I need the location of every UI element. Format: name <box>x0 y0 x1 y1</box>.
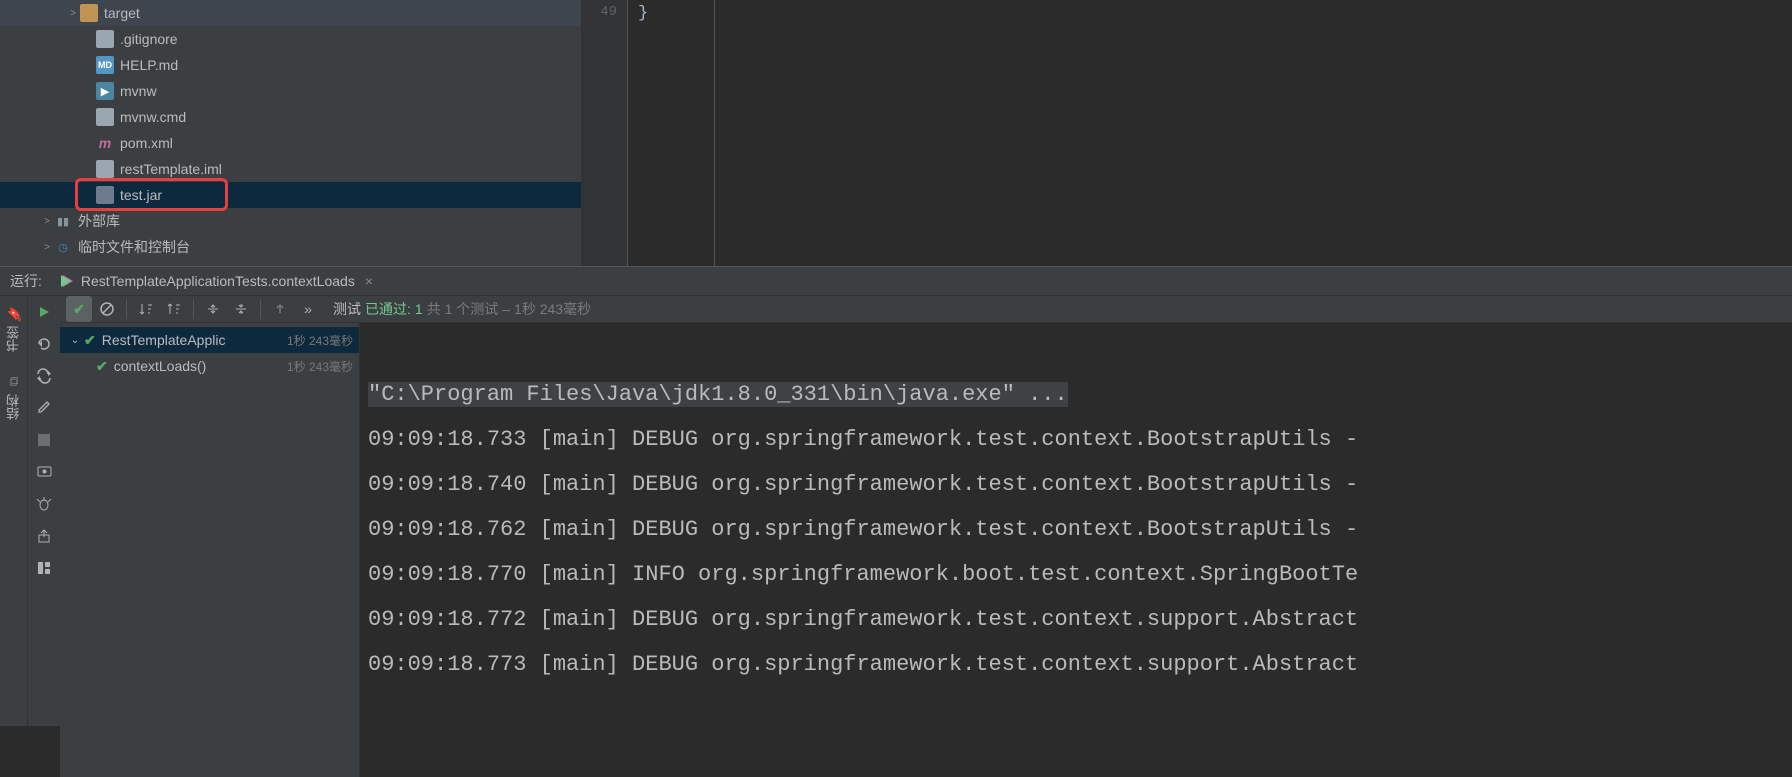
tree-item[interactable]: > target <box>0 0 581 26</box>
separator <box>126 299 127 319</box>
file-icon <box>96 186 114 204</box>
tree-item-label: mvnw <box>120 83 157 99</box>
run-label: 运行: <box>10 271 42 291</box>
line-number: 49 <box>581 4 617 20</box>
tree-item-label: mvnw.cmd <box>120 109 186 125</box>
console-line: 09:09:18.762 [main] DEBUG org.springfram… <box>368 507 1792 552</box>
collapse-all-button[interactable] <box>228 296 254 322</box>
chevron-down-icon[interactable]: ⌄ <box>70 335 80 346</box>
file-icon <box>96 108 114 126</box>
console-line: 09:09:18.733 [main] DEBUG org.springfram… <box>368 417 1792 462</box>
test-root-node[interactable]: ⌄ ✔ RestTemplateApplic 1秒 243毫秒 <box>60 327 359 353</box>
sort-button[interactable] <box>133 296 159 322</box>
show-passed-button[interactable]: ✔ <box>66 296 92 322</box>
test-node-label: contextLoads() <box>114 358 207 374</box>
test-status-text: 测试 已通过: 1共 1 个测试 – 1秒 243毫秒 <box>333 299 591 319</box>
console-line: 09:09:18.740 [main] DEBUG org.springfram… <box>368 462 1792 507</box>
tree-item-label: test.jar <box>120 187 162 203</box>
chevron-right-icon[interactable]: > <box>68 8 78 19</box>
file-icon: ▮▮ <box>54 212 72 230</box>
tree-item[interactable]: test.jar <box>0 182 581 208</box>
chevron-right-icon[interactable]: > <box>42 216 52 227</box>
rerun-button[interactable] <box>32 300 56 324</box>
run-tab[interactable]: RestTemplateApplicationTests.contextLoad… <box>52 267 381 295</box>
check-icon: ✔ <box>84 332 96 349</box>
file-icon: ▶ <box>96 82 114 100</box>
file-icon <box>96 30 114 48</box>
run-toolbar-vertical <box>28 296 60 726</box>
code-text: } <box>638 4 648 23</box>
console-lines: 09:09:18.733 [main] DEBUG org.springfram… <box>368 417 1792 687</box>
editor-margin-line <box>714 0 715 266</box>
project-tree[interactable]: > target .gitignore MD HELP.md ▶ mvnw mvnw.cmd m… <box>0 0 581 266</box>
tree-item[interactable]: >◷ 临时文件和控制台 <box>0 234 581 260</box>
structure-icon: ⧉ <box>5 372 23 390</box>
export-button[interactable] <box>32 524 56 548</box>
tree-item[interactable]: .gitignore <box>0 26 581 52</box>
console-line: 09:09:18.770 [main] INFO org.springframe… <box>368 552 1792 597</box>
file-icon: ◷ <box>54 238 72 256</box>
rerun-failed-button[interactable] <box>32 332 56 356</box>
file-icon: m <box>96 134 114 152</box>
tree-item-label: .gitignore <box>120 31 178 47</box>
check-icon: ✔ <box>96 358 108 375</box>
more-button[interactable]: » <box>295 296 321 322</box>
test-node-label: RestTemplateApplic <box>102 332 226 348</box>
file-icon <box>80 4 98 22</box>
run-tab-title: RestTemplateApplicationTests.contextLoad… <box>81 273 355 289</box>
bookmarks-tool[interactable]: 书签 🔖 <box>2 300 25 358</box>
stop-button[interactable] <box>32 428 56 452</box>
settings-icon[interactable] <box>32 396 56 420</box>
run-tool-header: 运行: RestTemplateApplicationTests.context… <box>0 266 1792 296</box>
show-ignored-button[interactable] <box>94 296 120 322</box>
close-icon[interactable]: × <box>365 273 373 289</box>
separator <box>193 299 194 319</box>
console-line: 09:09:18.773 [main] DEBUG org.springfram… <box>368 642 1792 687</box>
tree-item[interactable]: ▶ mvnw <box>0 78 581 104</box>
editor-gutter: 49 <box>581 0 627 266</box>
separator <box>260 299 261 319</box>
debug-icon[interactable] <box>32 492 56 516</box>
chevron-right-icon[interactable]: > <box>42 242 52 253</box>
test-child-node[interactable]: ✔ contextLoads() 1秒 243毫秒 <box>60 353 359 379</box>
tree-item-label: restTemplate.iml <box>120 161 222 177</box>
test-node-time: 1秒 243毫秒 <box>287 332 353 349</box>
prev-failed-button[interactable] <box>267 296 293 322</box>
tree-item-label: 外部库 <box>78 211 120 231</box>
editor-area[interactable]: } <box>627 0 1792 266</box>
tree-item-label: pom.xml <box>120 135 173 151</box>
console-output[interactable]: "C:\Program Files\Java\jdk1.8.0_331\bin\… <box>360 323 1792 777</box>
ide-left-sidebar: 书签 🔖 结构 ⧉ <box>0 296 28 726</box>
expand-all-button[interactable] <box>200 296 226 322</box>
tree-item-label: 临时文件和控制台 <box>78 237 190 257</box>
file-icon <box>96 160 114 178</box>
structure-tool[interactable]: 结构 ⧉ <box>2 366 25 426</box>
layout-button[interactable] <box>32 556 56 580</box>
bookmark-icon: 🔖 <box>6 306 21 322</box>
tree-item-label: target <box>104 5 140 21</box>
tree-item[interactable]: >▮▮ 外部库 <box>0 208 581 234</box>
dump-thread-button[interactable] <box>32 460 56 484</box>
tree-item[interactable]: MD HELP.md <box>0 52 581 78</box>
test-toolbar: ✔ » 测试 已通过: 1共 1 个测试 – 1秒 243毫秒 <box>60 296 1792 323</box>
tree-item[interactable]: mvnw.cmd <box>0 104 581 130</box>
tree-item[interactable]: restTemplate.iml <box>0 156 581 182</box>
file-icon: MD <box>96 56 114 74</box>
run-config-icon <box>60 274 75 289</box>
sort-alpha-button[interactable] <box>161 296 187 322</box>
tree-item-label: HELP.md <box>120 57 178 73</box>
test-tree[interactable]: ⌄ ✔ RestTemplateApplic 1秒 243毫秒 ✔ contex… <box>60 323 360 777</box>
test-node-time: 1秒 243毫秒 <box>287 358 353 375</box>
toggle-auto-test-button[interactable] <box>32 364 56 388</box>
console-command: "C:\Program Files\Java\jdk1.8.0_331\bin\… <box>368 382 1068 407</box>
tree-item[interactable]: m pom.xml <box>0 130 581 156</box>
console-line: 09:09:18.772 [main] DEBUG org.springfram… <box>368 597 1792 642</box>
